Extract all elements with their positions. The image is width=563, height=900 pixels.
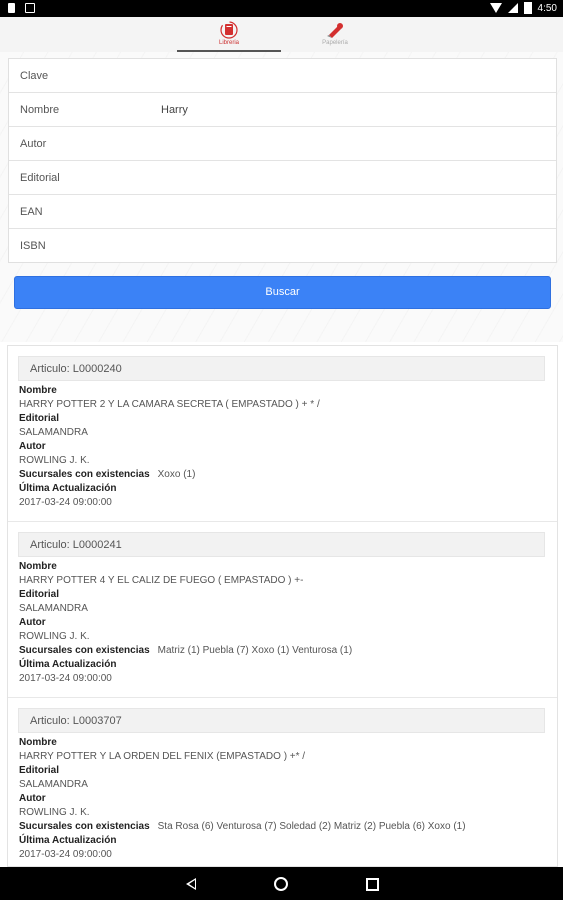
back-icon[interactable] <box>186 878 196 890</box>
field-label: Autor <box>20 138 47 150</box>
article-header: Articulo: L0000240 <box>18 356 545 381</box>
ean-input[interactable] <box>159 200 543 224</box>
sucursales-row: Sucursales con existencias Sta Rosa (6) V… <box>19 820 466 834</box>
result-card[interactable]: Articulo: L0003707 Nombre HARRY POTTER Y… <box>8 698 557 866</box>
field-clave: Clave <box>9 59 556 93</box>
result-card[interactable]: Articulo: L0000240 Nombre HARRY POTTER 2… <box>8 346 557 522</box>
editorial-input[interactable] <box>159 166 543 190</box>
result-card[interactable]: Articulo: L0000241 Nombre HARRY POTTER 4… <box>8 522 557 698</box>
autor-value: ROWLING J. K. <box>19 807 90 818</box>
field-isbn: ISBN <box>9 229 556 262</box>
editorial-value: SALAMANDRA <box>19 603 88 614</box>
article-details: Nombre HARRY POTTER 4 Y EL CALIZ DE FUEG… <box>19 560 352 686</box>
field-autor: Autor <box>9 127 556 161</box>
article-header: Articulo: L0000241 <box>18 532 545 557</box>
editorial-label: Editorial <box>19 589 60 600</box>
nombre-label: Nombre <box>19 737 57 748</box>
sucursales-value: Matriz (1) Puebla (7) Xoxo (1) Venturosa… <box>157 645 353 656</box>
autor-label: Autor <box>19 441 46 452</box>
tab-libreria-label: Libreria <box>218 40 239 46</box>
actualizacion-value: 2017-03-24 09:00:00 <box>19 497 112 508</box>
nombre-label: Nombre <box>19 561 57 572</box>
tab-libreria[interactable]: Libreria <box>177 17 281 52</box>
battery-icon <box>523 2 532 14</box>
isbn-input[interactable] <box>159 234 543 258</box>
editorial-label: Editorial <box>19 413 60 424</box>
field-label: EAN <box>20 206 43 218</box>
sucursales-row: Sucursales con existencias Matriz (1) Pue… <box>19 644 352 658</box>
autor-label: Autor <box>19 617 46 628</box>
navigation-bar <box>0 867 563 900</box>
sucursales-label: Sucursales con existencias <box>19 821 150 832</box>
sucursales-value: Xoxo (1) <box>157 469 196 480</box>
sucursales-value: Sta Rosa (6) Venturosa (7) Soledad (2) M… <box>157 821 466 832</box>
nombre-value: HARRY POTTER 2 Y LA CAMARA SECRETA ( EMP… <box>19 399 320 410</box>
field-ean: EAN <box>9 195 556 229</box>
autor-input[interactable] <box>159 132 543 156</box>
field-label: Editorial <box>20 172 60 184</box>
field-label: ISBN <box>20 240 46 252</box>
signal-icon <box>507 3 518 13</box>
tab-bar: Libreria Papelería <box>0 17 563 53</box>
recent-apps-icon[interactable] <box>366 878 379 891</box>
article-details: Nombre HARRY POTTER Y LA ORDEN DEL FENIX… <box>19 736 466 862</box>
article-details: Nombre HARRY POTTER 2 Y LA CAMARA SECRET… <box>19 384 320 510</box>
nombre-label: Nombre <box>19 385 57 396</box>
tab-papeleria-label: Papelería <box>322 40 348 46</box>
home-icon[interactable] <box>274 877 288 891</box>
field-label: Nombre <box>20 104 60 116</box>
status-bar: 4:50 <box>0 0 563 17</box>
editorial-value: SALAMANDRA <box>19 427 88 438</box>
actualizacion-label: Última Actualización <box>19 483 117 494</box>
status-time: 4:50 <box>537 2 557 14</box>
autor-value: ROWLING J. K. <box>19 631 90 642</box>
autor-value: ROWLING J. K. <box>19 455 90 466</box>
wifi-icon <box>489 3 502 13</box>
pencil-icon <box>324 20 346 40</box>
notification-icon <box>25 3 35 13</box>
results-list: Articulo: L0000240 Nombre HARRY POTTER 2… <box>7 345 558 867</box>
nombre-value: HARRY POTTER Y LA ORDEN DEL FENIX (EMPAS… <box>19 751 306 762</box>
field-label: Clave <box>20 70 49 82</box>
sd-card-icon <box>8 3 15 13</box>
nombre-input[interactable] <box>159 98 543 122</box>
sucursales-row: Sucursales con existencias Xoxo (1) <box>19 468 320 482</box>
actualizacion-label: Última Actualización <box>19 835 117 846</box>
book-icon <box>218 20 240 40</box>
sucursales-label: Sucursales con existencias <box>19 469 150 480</box>
article-header: Articulo: L0003707 <box>18 708 545 733</box>
actualizacion-label: Última Actualización <box>19 659 117 670</box>
sucursales-label: Sucursales con existencias <box>19 645 150 656</box>
editorial-value: SALAMANDRA <box>19 779 88 790</box>
search-form: Clave Nombre Autor Editorial EAN ISBN <box>8 58 557 263</box>
editorial-label: Editorial <box>19 765 60 776</box>
field-editorial: Editorial <box>9 161 556 195</box>
nombre-value: HARRY POTTER 4 Y EL CALIZ DE FUEGO ( EMP… <box>19 575 304 586</box>
actualizacion-value: 2017-03-24 09:00:00 <box>19 673 112 684</box>
field-nombre: Nombre <box>9 93 556 127</box>
tab-papeleria[interactable]: Papelería <box>283 17 387 52</box>
search-button[interactable]: Buscar <box>14 276 551 309</box>
autor-label: Autor <box>19 793 46 804</box>
actualizacion-value: 2017-03-24 09:00:00 <box>19 849 112 860</box>
clave-input[interactable] <box>159 64 543 88</box>
